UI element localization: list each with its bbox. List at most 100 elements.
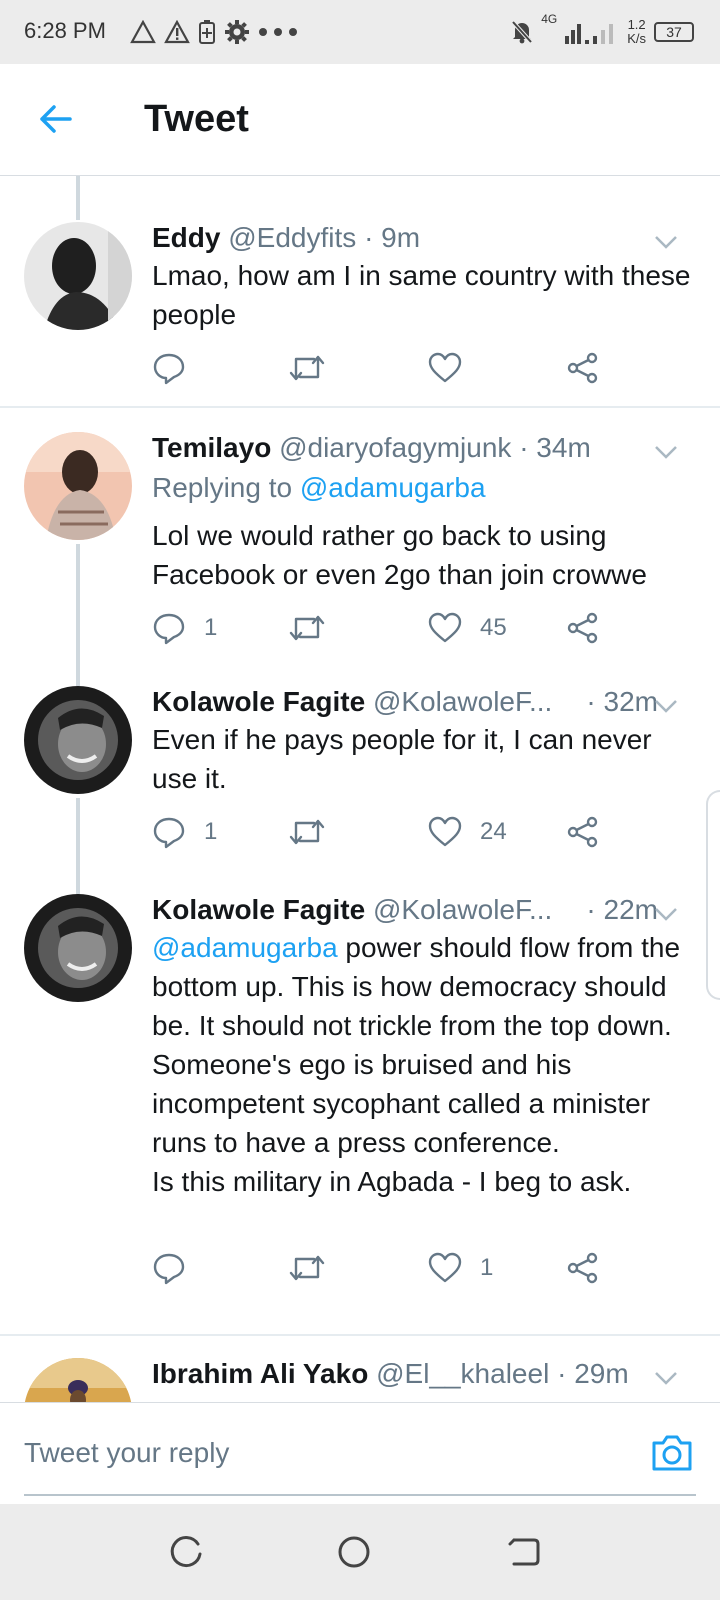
tweet-actions xyxy=(152,348,622,388)
like-count: 1 xyxy=(480,1254,494,1281)
reply-icon xyxy=(153,1253,185,1285)
replying-to: Replying to @adamugarba xyxy=(152,472,486,503)
reply-input[interactable]: Tweet your reply xyxy=(24,1437,229,1469)
avatar-kolawole-image xyxy=(24,894,132,1002)
network-speed: 1.2 K/s xyxy=(627,17,646,46)
divider xyxy=(0,1334,720,1336)
author-name[interactable]: Kolawole Fagite xyxy=(152,686,365,717)
reply-button[interactable]: 1 xyxy=(152,608,217,648)
author-handle[interactable]: @KolawoleF... xyxy=(373,894,552,925)
like-icon xyxy=(428,352,462,383)
reply-composer: Tweet your reply xyxy=(0,1402,720,1504)
share-button[interactable] xyxy=(566,348,600,388)
author-handle[interactable]: @Eddyfits xyxy=(228,222,356,253)
author-name[interactable]: Eddy xyxy=(152,222,220,253)
battery-saver-icon xyxy=(199,20,215,44)
share-button[interactable] xyxy=(566,608,600,648)
reply-button[interactable] xyxy=(152,1248,204,1288)
tweet-item[interactable]: Temilayo @diaryofagymjunk · 34m Replying… xyxy=(0,432,720,686)
like-button[interactable]: 24 xyxy=(428,812,507,852)
tweet-item[interactable]: Kolawole Fagite @KolawoleF... · 22m @ada… xyxy=(0,894,720,1294)
divider xyxy=(0,406,720,408)
tweet-time: 34m xyxy=(536,432,591,463)
avatar-eddy-image xyxy=(24,222,132,330)
tweet-actions: 1 24 xyxy=(152,812,622,852)
thread-connector xyxy=(76,176,80,220)
retweet-button[interactable] xyxy=(288,608,326,648)
avatar-kolawole-image xyxy=(24,686,132,794)
chevron-down-icon[interactable] xyxy=(652,692,680,720)
author-name[interactable]: Ibrahim Ali Yako xyxy=(152,1358,368,1389)
settings-gear-icon xyxy=(225,20,249,44)
author-handle[interactable]: @El__khaleel xyxy=(376,1358,549,1389)
notification-icons xyxy=(130,14,298,50)
reply-mention-link[interactable]: @adamugarba xyxy=(300,472,486,503)
home-icon[interactable] xyxy=(336,1534,372,1570)
share-icon xyxy=(567,612,598,644)
chevron-down-icon[interactable] xyxy=(652,438,680,466)
mention-link[interactable]: @adamugarba xyxy=(152,932,338,963)
tweet-item[interactable]: Eddy @Eddyfits · 9m Lmao, how am I in sa… xyxy=(0,222,720,462)
dot-separator: · xyxy=(557,1358,567,1389)
reply-feed[interactable]: Eddy @Eddyfits · 9m Lmao, how am I in sa… xyxy=(0,176,720,1402)
chevron-down-icon[interactable] xyxy=(652,900,680,928)
chevron-down-icon[interactable] xyxy=(652,1364,680,1392)
author-name[interactable]: Temilayo xyxy=(152,432,271,463)
tweet-time-group: · 32m xyxy=(580,686,658,718)
share-icon xyxy=(567,1252,598,1284)
chevron-down-icon[interactable] xyxy=(652,228,680,256)
like-count: 45 xyxy=(480,614,507,641)
back-arrow-icon[interactable] xyxy=(34,98,76,140)
more-dots-icon xyxy=(259,28,297,36)
camera-icon[interactable] xyxy=(650,1433,694,1473)
avatar[interactable] xyxy=(24,222,132,330)
system-nav-bar xyxy=(0,1504,720,1600)
reply-icon xyxy=(153,613,185,645)
avatar[interactable] xyxy=(24,894,132,1002)
scroll-handle[interactable] xyxy=(706,790,720,1000)
author-handle[interactable]: @diaryofagymjunk xyxy=(279,432,511,463)
reply-icon xyxy=(153,353,185,385)
avatar[interactable] xyxy=(24,432,132,540)
tweet-time: 32m xyxy=(603,686,658,717)
status-time: 6:28 PM xyxy=(24,18,106,43)
like-button[interactable]: 45 xyxy=(428,608,507,648)
retweet-icon xyxy=(289,1255,325,1281)
retweet-button[interactable] xyxy=(288,348,326,388)
retweet-button[interactable] xyxy=(288,1248,326,1288)
avatar[interactable] xyxy=(24,686,132,794)
tweet-actions: 1 xyxy=(152,1248,622,1288)
share-icon xyxy=(567,816,598,848)
like-icon xyxy=(428,816,462,847)
system-icons: 4G 1.2 K/s 37 xyxy=(511,12,694,52)
reply-button[interactable] xyxy=(152,348,204,388)
reply-button[interactable]: 1 xyxy=(152,812,217,852)
like-button[interactable] xyxy=(428,348,480,388)
tweet-item[interactable]: Kolawole Fagite @KolawoleF... · 32m Even… xyxy=(0,686,720,896)
thread-connector xyxy=(76,798,80,896)
like-icon xyxy=(428,612,462,643)
retweet-icon xyxy=(289,819,325,845)
share-button[interactable] xyxy=(566,1248,600,1288)
recents-icon[interactable] xyxy=(168,1534,204,1570)
back-nav-icon[interactable] xyxy=(506,1534,542,1570)
status-bar: 6:28 PM 4G 1.2 K/s 37 xyxy=(0,0,720,64)
retweet-icon xyxy=(289,355,325,381)
author-handle[interactable]: @KolawoleF... xyxy=(373,686,552,717)
like-icon xyxy=(428,1252,462,1283)
share-button[interactable] xyxy=(566,812,600,852)
like-count: 24 xyxy=(480,818,507,845)
thread-connector xyxy=(76,544,80,686)
author-name[interactable]: Kolawole Fagite xyxy=(152,894,365,925)
avatar-temilayo-image xyxy=(24,432,132,540)
retweet-button[interactable] xyxy=(288,812,326,852)
tweet-text: @adamugarba power should flow from the b… xyxy=(152,932,681,1197)
reply-count: 1 xyxy=(204,818,218,845)
avatar[interactable] xyxy=(24,1358,132,1402)
like-button[interactable]: 1 xyxy=(428,1248,493,1288)
tweet-time: 29m xyxy=(574,1358,629,1389)
avatar-ibrahim-image xyxy=(24,1358,132,1402)
tweet-item[interactable]: Ibrahim Ali Yako @El__khaleel · 29m xyxy=(0,1358,720,1402)
input-underline xyxy=(24,1494,696,1496)
dot-separator: · xyxy=(364,222,374,253)
